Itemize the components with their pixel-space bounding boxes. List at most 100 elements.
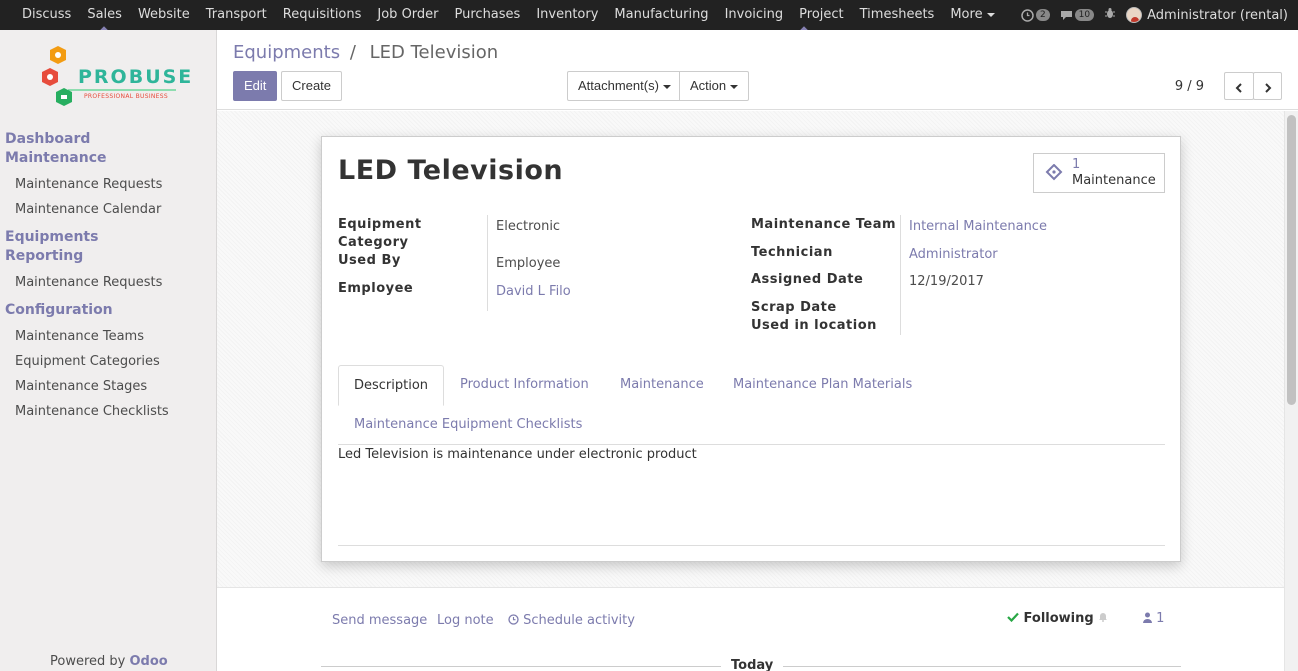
- sidebar-item-maintenance-teams[interactable]: Maintenance Teams: [0, 324, 217, 349]
- scrollbar[interactable]: [1284, 111, 1298, 671]
- tab-description[interactable]: Description: [338, 365, 445, 406]
- pager-value[interactable]: 9 / 9: [1175, 79, 1204, 94]
- field-divider: [487, 215, 488, 311]
- ticket-icon: [1045, 164, 1063, 181]
- sidebar: PROBUSE PROFESSIONAL BUSINESS Dashboard …: [0, 30, 217, 671]
- action-dropdown[interactable]: Action: [679, 71, 750, 101]
- chevron-down-icon: [986, 12, 995, 17]
- avatar: [1126, 7, 1143, 23]
- sidebar-section-dashboard[interactable]: Dashboard Maintenance: [0, 130, 110, 168]
- used-by-value[interactable]: Employee: [496, 255, 560, 273]
- edit-button[interactable]: Edit: [233, 71, 278, 101]
- menu-sales[interactable]: Sales: [79, 0, 130, 30]
- comments-icon: [1060, 11, 1072, 20]
- description-text[interactable]: Led Television is maintenance under elec…: [338, 447, 697, 462]
- sidebar-section-equipments-reporting[interactable]: Equipments Reporting: [0, 228, 110, 266]
- bug-icon: [1105, 8, 1116, 18]
- equipment-category-value[interactable]: Electronic: [496, 218, 560, 236]
- assigned-date-value[interactable]: 12/19/2017: [909, 273, 984, 291]
- menu-discuss[interactable]: Discuss: [14, 0, 79, 30]
- menu-job-order[interactable]: Job Order: [369, 0, 446, 30]
- sidebar-menu: Dashboard Maintenance Maintenance Reques…: [0, 130, 217, 424]
- tab-maintenance-equipment-checklists[interactable]: Maintenance Equipment Checklists: [354, 405, 582, 445]
- odoo-link[interactable]: Odoo: [130, 654, 168, 669]
- systray: 2 10 Administrator (rental): [1021, 0, 1288, 30]
- menu-requisitions[interactable]: Requisitions: [275, 0, 370, 30]
- employee-label: Employee: [338, 281, 414, 296]
- message-count: 10: [1074, 9, 1095, 21]
- user-icon: [1143, 612, 1152, 623]
- debug-button[interactable]: [1104, 7, 1116, 23]
- scrollbar-thumb[interactable]: [1287, 115, 1296, 405]
- logo-text: PROBUSE: [78, 66, 194, 88]
- powered-by: Powered by Odoo: [50, 654, 168, 669]
- clock-icon: [1021, 8, 1034, 22]
- powered-by-text: Powered by: [50, 654, 126, 669]
- pager-next-button[interactable]: [1253, 72, 1282, 100]
- menu-website[interactable]: Website: [130, 0, 198, 30]
- notebook-tabs: Description Product Information Maintena…: [338, 365, 1165, 445]
- log-note-button[interactable]: Log note: [437, 613, 494, 628]
- following-label: Following: [1023, 611, 1094, 626]
- sidebar-item-maintenance-requests[interactable]: Maintenance Requests: [0, 172, 217, 197]
- sidebar-item-reporting-maintenance-requests[interactable]: Maintenance Requests: [0, 270, 217, 295]
- tab-maintenance[interactable]: Maintenance: [620, 365, 704, 405]
- logo-subtext: PROFESSIONAL BUSINESS: [84, 93, 168, 100]
- form-sheet: LED Television 1 Maintenance Equipment C…: [321, 136, 1181, 562]
- breadcrumb-equipments[interactable]: Equipments: [233, 42, 340, 63]
- employee-value[interactable]: David L Filo: [496, 283, 571, 301]
- maintenance-smart-button[interactable]: 1 Maintenance: [1033, 153, 1165, 193]
- tab-product-information[interactable]: Product Information: [460, 365, 589, 405]
- sidebar-item-maintenance-checklists[interactable]: Maintenance Checklists: [0, 399, 217, 424]
- chatter: Send message Log note Schedule activity …: [217, 587, 1284, 671]
- smart-button-count: 1: [1072, 157, 1081, 172]
- company-logo: PROBUSE PROFESSIONAL BUSINESS: [38, 42, 191, 118]
- sidebar-section-configuration[interactable]: Configuration: [0, 301, 217, 320]
- sidebar-item-maintenance-stages[interactable]: Maintenance Stages: [0, 374, 217, 399]
- control-panel: Equipments / LED Television Edit Create …: [217, 30, 1298, 110]
- schedule-activity-label: Schedule activity: [523, 613, 635, 628]
- send-message-button[interactable]: Send message: [332, 613, 427, 628]
- menu-invoicing[interactable]: Invoicing: [717, 0, 792, 30]
- action-label: Action: [690, 78, 727, 93]
- user-menu[interactable]: Administrator (rental): [1126, 7, 1288, 23]
- tab-maintenance-plan-materials[interactable]: Maintenance Plan Materials: [733, 365, 912, 405]
- sidebar-item-maintenance-calendar[interactable]: Maintenance Calendar: [0, 197, 217, 222]
- used-by-label: Used By: [338, 253, 401, 268]
- assigned-date-label: Assigned Date: [751, 272, 864, 287]
- menu-timesheets[interactable]: Timesheets: [852, 0, 943, 30]
- menu-more[interactable]: More: [942, 0, 1002, 30]
- equipment-category-label-1: Equipment: [338, 217, 422, 232]
- clock-icon: [508, 614, 519, 625]
- app-menu: Discuss Sales Website Transport Requisit…: [0, 0, 1003, 30]
- followers-count: 1: [1156, 611, 1165, 626]
- menu-purchases[interactable]: Purchases: [447, 0, 529, 30]
- breadcrumb: Equipments / LED Television: [233, 42, 498, 63]
- messages-button[interactable]: 10: [1060, 9, 1095, 21]
- attachments-dropdown[interactable]: Attachment(s): [567, 71, 682, 101]
- pager-previous-button[interactable]: [1224, 72, 1254, 100]
- menu-inventory[interactable]: Inventory: [528, 0, 606, 30]
- following-button[interactable]: Following: [1007, 611, 1108, 626]
- chevron-right-icon: [1264, 82, 1271, 93]
- create-button[interactable]: Create: [281, 71, 343, 101]
- breadcrumb-current: LED Television: [369, 42, 499, 63]
- menu-manufacturing[interactable]: Manufacturing: [606, 0, 716, 30]
- top-navbar: Discuss Sales Website Transport Requisit…: [0, 0, 1298, 30]
- followers-button[interactable]: 1: [1143, 611, 1164, 626]
- chevron-left-icon: [1235, 82, 1242, 93]
- maintenance-team-value[interactable]: Internal Maintenance: [909, 218, 1047, 236]
- menu-project[interactable]: Project: [791, 0, 851, 30]
- attachments-label: Attachment(s): [578, 78, 659, 93]
- schedule-activity-button[interactable]: Schedule activity: [508, 613, 635, 628]
- sheet-divider: [338, 545, 1165, 546]
- activity-button[interactable]: 2: [1021, 8, 1050, 22]
- sidebar-item-equipment-categories[interactable]: Equipment Categories: [0, 349, 217, 374]
- chevron-down-icon: [730, 84, 739, 89]
- record-title: LED Television: [338, 155, 564, 186]
- breadcrumb-separator: /: [349, 42, 356, 63]
- scrap-date-label: Scrap Date: [751, 300, 837, 315]
- technician-value[interactable]: Administrator: [909, 246, 998, 264]
- menu-transport[interactable]: Transport: [198, 0, 275, 30]
- user-name: Administrator (rental): [1147, 7, 1288, 23]
